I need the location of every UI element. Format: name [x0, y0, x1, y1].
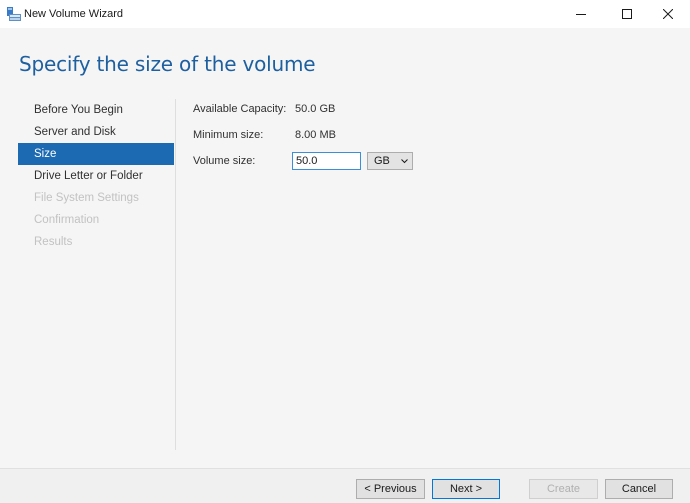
- volume-size-label: Volume size:: [193, 155, 256, 167]
- available-capacity-label: Available Capacity:: [193, 103, 287, 115]
- nav-item-file-system-settings: File System Settings: [34, 192, 139, 204]
- wizard-steps-nav: Before You Begin Server and Disk Size Dr…: [18, 99, 174, 253]
- nav-divider: [175, 99, 176, 450]
- close-icon: [663, 9, 673, 19]
- unit-dropdown[interactable]: GB: [367, 152, 413, 170]
- next-button[interactable]: Next >: [432, 479, 500, 499]
- nav-item-server-and-disk[interactable]: Server and Disk: [18, 121, 174, 143]
- nav-item-confirmation: Confirmation: [34, 214, 100, 226]
- unit-selected-value: GB: [374, 155, 390, 167]
- window-title: New Volume Wizard: [24, 8, 124, 20]
- nav-item-results: Results: [34, 236, 73, 248]
- minimum-size-label: Minimum size:: [193, 129, 264, 141]
- chevron-down-icon: [401, 159, 408, 164]
- previous-button[interactable]: < Previous: [356, 479, 425, 499]
- nav-item-drive-letter-or-folder[interactable]: Drive Letter or Folder: [18, 165, 174, 187]
- minimum-size-value: 8.00 MB: [295, 129, 336, 141]
- volume-size-input[interactable]: [292, 152, 361, 170]
- available-capacity-value: 50.0 GB: [295, 103, 336, 115]
- title-bar: New Volume Wizard: [0, 0, 690, 28]
- nav-item-before-you-begin[interactable]: Before You Begin: [18, 99, 174, 121]
- cancel-button[interactable]: Cancel: [605, 479, 673, 499]
- maximize-button[interactable]: [604, 0, 650, 28]
- maximize-icon: [622, 9, 632, 19]
- volume-wizard-icon: [6, 6, 22, 22]
- close-button[interactable]: [645, 0, 690, 28]
- create-button: Create: [529, 479, 598, 499]
- minimize-icon: [576, 14, 586, 15]
- page-title: Specify the size of the volume: [19, 52, 316, 76]
- nav-item-size[interactable]: Size: [18, 143, 174, 165]
- minimize-button[interactable]: [558, 0, 604, 28]
